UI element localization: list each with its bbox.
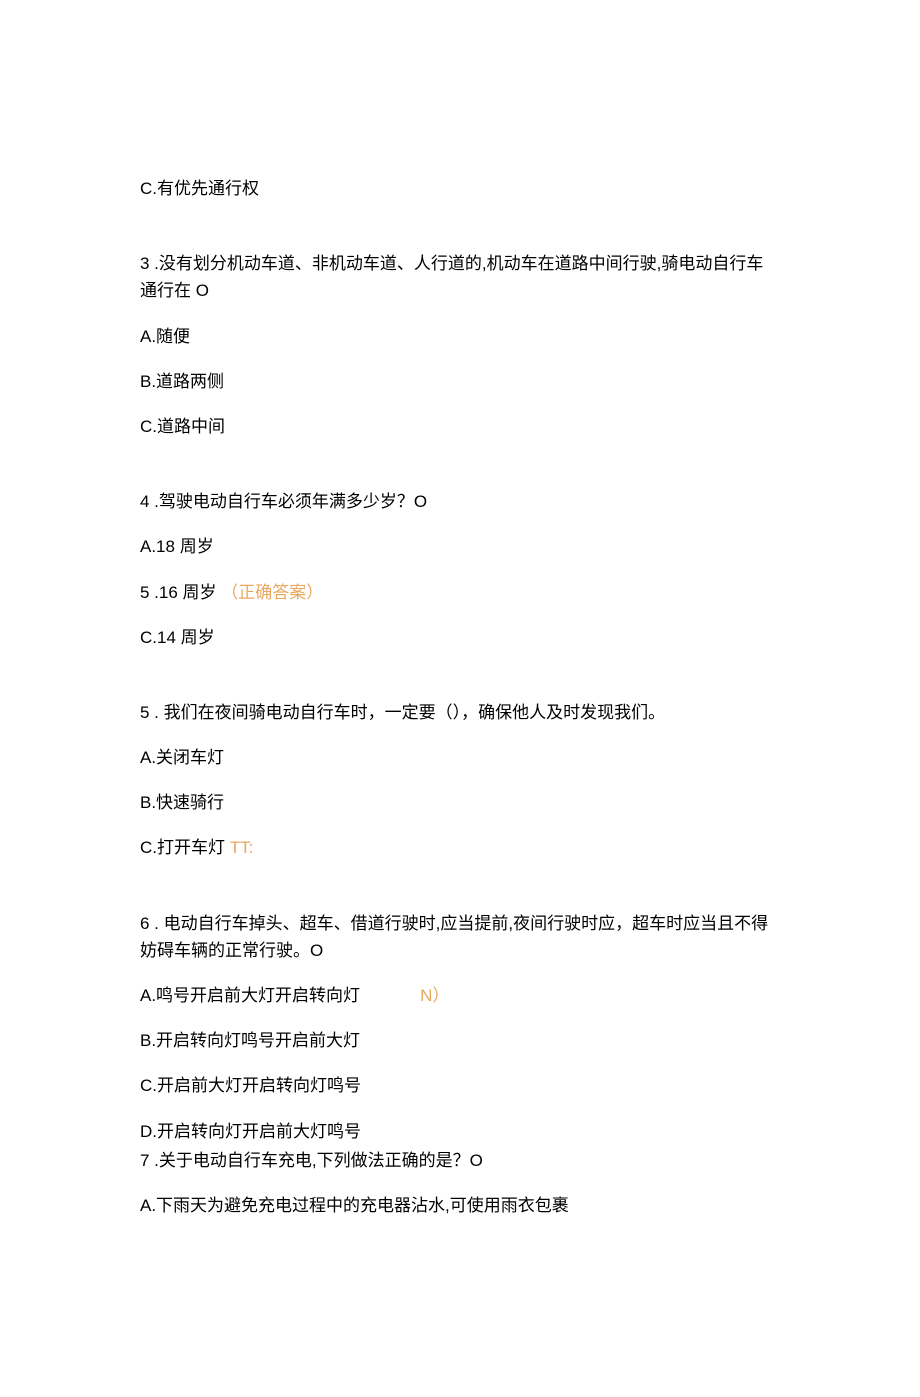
question-3: 3 .没有划分机动车道、非机动车道、人行道的,机动车在道路中间行驶,骑电动自行车… (140, 250, 780, 440)
question-6: 6 . 电动自行车掉头、超车、借道行驶时,应当提前,夜间行驶时应，超车时应当且不… (140, 910, 780, 1220)
question-stem: 6 . 电动自行车掉头、超车、借道行驶时,应当提前,夜间行驶时应，超车时应当且不… (140, 910, 780, 964)
option-c-text: C.打开车灯 (140, 838, 225, 857)
option-a: A.关闭车灯 (140, 744, 780, 771)
option-a-text: A.鸣号开启前大灯开启转向灯 (140, 986, 360, 1005)
correct-answer-hint: （正确答案） (221, 583, 323, 602)
option-b-text: 5 .16 周岁 (140, 583, 217, 602)
option-a: A.鸣号开启前大灯开启转向灯 N） (140, 982, 780, 1009)
option-b: B.道路两侧 (140, 368, 780, 395)
option-b: B.开启转向灯鸣号开启前大灯 (140, 1027, 780, 1054)
orphan-option-block: C.有优先通行权 (140, 175, 780, 202)
question-7-stem: 7 .关于电动自行车充电,下列做法正确的是？O (140, 1147, 780, 1174)
question-stem: 5 . 我们在夜间骑电动自行车时，一定要（），确保他人及时发现我们。 (140, 699, 780, 726)
question-4: 4 .驾驶电动自行车必须年满多少岁？O A.18 周岁 5 .16 周岁 （正确… (140, 488, 780, 651)
option-b: 5 .16 周岁 （正确答案） (140, 579, 780, 606)
hint-text: TT: (230, 838, 254, 857)
question-stem: 4 .驾驶电动自行车必须年满多少岁？O (140, 488, 780, 515)
hint-text: N） (420, 986, 449, 1005)
option-d: D.开启转向灯开启前大灯鸣号 (140, 1118, 780, 1145)
option-b: B.快速骑行 (140, 789, 780, 816)
option-c: C.开启前大灯开启转向灯鸣号 (140, 1072, 780, 1099)
option-a: A.随便 (140, 323, 780, 350)
option-c: C.有优先通行权 (140, 175, 780, 202)
option-c: C.打开车灯 TT: (140, 834, 780, 861)
option-c: C.道路中间 (140, 413, 780, 440)
question-5: 5 . 我们在夜间骑电动自行车时，一定要（），确保他人及时发现我们。 A.关闭车… (140, 699, 780, 862)
question-stem: 3 .没有划分机动车道、非机动车道、人行道的,机动车在道路中间行驶,骑电动自行车… (140, 250, 780, 304)
option-a: A.18 周岁 (140, 533, 780, 560)
option-c: C.14 周岁 (140, 624, 780, 651)
question-7-option-a: A.下雨天为避免充电过程中的充电器沾水,可使用雨衣包裹 (140, 1192, 780, 1219)
